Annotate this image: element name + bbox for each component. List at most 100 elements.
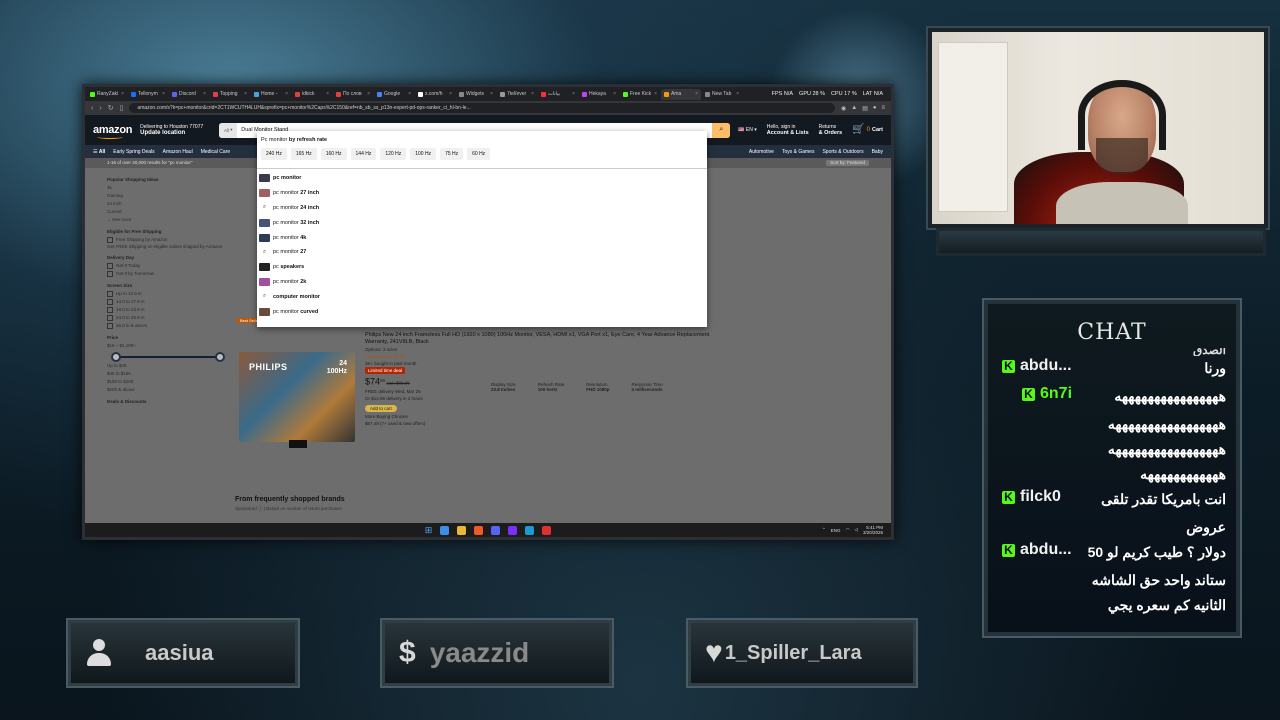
- tab-close-icon[interactable]: ×: [531, 91, 534, 97]
- language-selector[interactable]: 🇺🇸 EN ▾: [738, 127, 756, 133]
- refresh-rate-chip[interactable]: 144 Hz: [350, 148, 377, 160]
- browser-tab[interactable]: بيانات ×: [538, 89, 578, 100]
- chat-username[interactable]: 6n7i: [1040, 385, 1072, 403]
- nav-item[interactable]: Baby: [872, 149, 883, 155]
- tab-close-icon[interactable]: ×: [695, 91, 698, 97]
- back-icon[interactable]: ‹: [91, 105, 93, 112]
- browser-tab[interactable]: 7tel/ever ×: [497, 89, 537, 100]
- nav-all-button[interactable]: ☰ All: [93, 149, 105, 155]
- browser-tab[interactable]: RanyZaki ×: [87, 89, 127, 100]
- taskbar-app-icon[interactable]: [525, 525, 535, 535]
- filter-checkbox[interactable]: Up to 13.9 in: [107, 290, 227, 298]
- tab-close-icon[interactable]: ×: [736, 91, 739, 97]
- nav-item[interactable]: Medical Care: [201, 149, 230, 155]
- filter-item[interactable]: $200 & above: [107, 386, 227, 394]
- tab-close-icon[interactable]: ×: [449, 91, 452, 97]
- sort-dropdown[interactable]: Sort by: Featured: [826, 160, 869, 166]
- returns-orders[interactable]: Returns & Orders: [819, 124, 843, 136]
- tab-close-icon[interactable]: ×: [203, 91, 206, 97]
- nav-item[interactable]: Toys & Games: [782, 149, 815, 155]
- browser-tab[interactable]: Free Kick ×: [620, 89, 660, 100]
- product-title[interactable]: Philips New 24 inch Frameless Full HD (1…: [365, 332, 725, 346]
- tab-close-icon[interactable]: ×: [121, 91, 124, 97]
- nav-item[interactable]: Sports & Outdoors: [822, 149, 863, 155]
- refresh-rate-chip[interactable]: 60 Hz: [467, 148, 491, 160]
- tab-close-icon[interactable]: ×: [654, 91, 657, 97]
- menu-icon[interactable]: ≡: [881, 105, 885, 112]
- product-options[interactable]: Options: 3 sizes: [365, 346, 725, 353]
- browser-tab[interactable]: Ama ×: [661, 88, 701, 100]
- taskbar-app-icon[interactable]: [491, 525, 501, 535]
- sidebar-icon[interactable]: ▤: [862, 105, 868, 112]
- taskbar-app-icon[interactable]: [474, 525, 484, 535]
- nav-item[interactable]: Amazon Haul: [163, 149, 193, 155]
- filter-checkbox[interactable]: 14.0 to 17.9 in: [107, 298, 227, 306]
- chat-username[interactable]: abdu...: [1020, 541, 1072, 559]
- profile-icon[interactable]: ●: [873, 105, 877, 112]
- amazon-logo[interactable]: amazon: [93, 124, 132, 139]
- browser-tab[interactable]: idkick ×: [292, 89, 332, 100]
- filter-checkbox[interactable]: 24.0 to 25.9 in: [107, 314, 227, 322]
- refresh-rate-chip[interactable]: 75 Hz: [440, 148, 464, 160]
- slider-min-handle[interactable]: [111, 352, 121, 362]
- suggestion-item[interactable]: pc monitor: [257, 171, 707, 186]
- taskbar-app-icon[interactable]: [508, 525, 518, 535]
- search-button[interactable]: ⌕: [712, 122, 731, 138]
- suggestion-item[interactable]: pc monitor 2k: [257, 275, 707, 290]
- filter-item[interactable]: $45 to $150: [107, 370, 227, 378]
- filter-checkbox[interactable]: 26.0 in & above: [107, 322, 227, 330]
- filter-item[interactable]: Gaming: [107, 192, 227, 200]
- filter-checkbox[interactable]: Get It by Tomorrow: [107, 270, 227, 278]
- slider-max-handle[interactable]: [215, 352, 225, 362]
- filter-item[interactable]: 4k: [107, 184, 227, 192]
- price-slider[interactable]: [111, 352, 225, 362]
- filter-checkbox[interactable]: Free Shipping by Amazon: [107, 236, 227, 244]
- refresh-rate-chip[interactable]: 240 Hz: [261, 148, 287, 160]
- browser-tab[interactable]: Tellonym ×: [128, 89, 168, 100]
- browser-tab[interactable]: New Tab ×: [702, 89, 742, 100]
- tray-chevron-icon[interactable]: ⌃: [822, 527, 826, 533]
- refresh-rate-chip[interactable]: 120 Hz: [380, 148, 407, 160]
- browser-tab[interactable]: Discord ×: [169, 89, 209, 100]
- start-icon[interactable]: ⊞: [425, 525, 433, 536]
- tab-close-icon[interactable]: ×: [613, 91, 616, 97]
- taskbar-app-icon[interactable]: [542, 525, 552, 535]
- taskbar-app-icon[interactable]: [440, 525, 450, 535]
- tab-close-icon[interactable]: ×: [408, 91, 411, 97]
- tray-language[interactable]: ENG: [831, 528, 841, 533]
- browser-tab[interactable]: Topping ×: [210, 89, 250, 100]
- filter-item[interactable]: Curved: [107, 208, 227, 216]
- suggestion-item[interactable]: ⌕ computer monitor: [257, 289, 707, 304]
- clock[interactable]: 5:41 PM 3/20/2026: [863, 525, 883, 535]
- filter-checkbox[interactable]: Get It Today: [107, 262, 227, 270]
- product-rating[interactable]: 4.5 ★★★★★ (5.3K): [365, 353, 725, 360]
- tab-close-icon[interactable]: ×: [244, 91, 247, 97]
- nav-item[interactable]: Automotive: [749, 149, 774, 155]
- refresh-rate-chip[interactable]: 165 Hz: [290, 148, 317, 160]
- refresh-rate-chip[interactable]: 160 Hz: [320, 148, 347, 160]
- suggestion-item[interactable]: ⌕ pc monitor 24 inch: [257, 201, 707, 216]
- filter-item[interactable]: 24 inch: [107, 200, 227, 208]
- account-menu[interactable]: Hello, sign in Account & Lists: [767, 124, 809, 136]
- suggestion-item[interactable]: pc monitor curved: [257, 304, 707, 319]
- suggestion-item[interactable]: ⌕ pc monitor 27: [257, 245, 707, 260]
- url-field[interactable]: amazon.com/s?k=pc+monitor&crid=2CT1WCUTH…: [129, 103, 835, 113]
- shield-icon[interactable]: ▲: [851, 105, 857, 112]
- product-image[interactable]: PHILIPS 24 100Hz: [239, 352, 355, 448]
- taskbar-app-icon[interactable]: [457, 525, 467, 535]
- tab-close-icon[interactable]: ×: [285, 91, 288, 97]
- forward-icon[interactable]: ›: [99, 105, 101, 112]
- reload-icon[interactable]: ↻: [108, 104, 114, 112]
- bookmark-icon[interactable]: ▯: [120, 104, 124, 112]
- suggestion-item[interactable]: pc monitor 27 inch: [257, 186, 707, 201]
- chat-username[interactable]: abdu...: [1020, 357, 1072, 375]
- search-category-select[interactable]: All ▾: [219, 122, 238, 138]
- suggestion-item[interactable]: pc monitor 4k: [257, 230, 707, 245]
- filter-item[interactable]: Up to $45: [107, 362, 227, 370]
- browser-tab[interactable]: Widgets ×: [456, 89, 496, 100]
- tab-close-icon[interactable]: ×: [326, 91, 329, 97]
- suggestion-item[interactable]: pc speakers: [257, 260, 707, 275]
- browser-tab[interactable]: Hekaya ×: [579, 89, 619, 100]
- see-more-link[interactable]: ⌄ See more: [107, 216, 227, 224]
- volume-icon[interactable]: ◁: [855, 527, 858, 533]
